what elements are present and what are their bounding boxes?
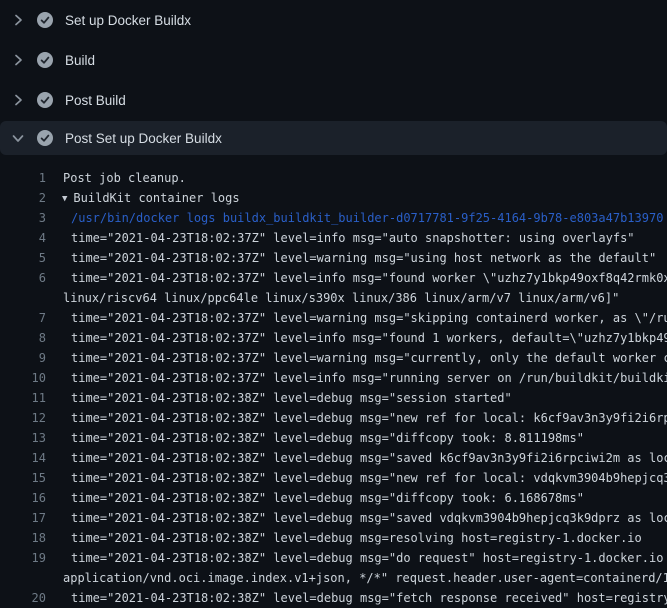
log-line-number[interactable]: 16 <box>0 488 46 508</box>
log-line-text: time="2021-04-23T18:02:37Z" level=info m… <box>71 268 667 288</box>
check-circle-icon <box>37 92 53 108</box>
log-line-number[interactable]: 8 <box>0 328 46 348</box>
step-row[interactable]: Set up Docker Buildx <box>0 0 667 40</box>
log-line-number[interactable]: 5 <box>0 248 46 268</box>
log-line: 1 Post job cleanup. <box>0 168 667 188</box>
log-line: 5 time="2021-04-23T18:02:37Z" level=warn… <box>0 248 667 268</box>
log-line-text: application/vnd.oci.image.index.v1+json,… <box>63 568 667 588</box>
log-line: 13 time="2021-04-23T18:02:38Z" level=deb… <box>0 428 667 448</box>
log-line-text: time="2021-04-23T18:02:37Z" level=warnin… <box>71 308 667 328</box>
step-row[interactable]: Post Set up Docker Buildx <box>0 121 667 155</box>
log-line-text: time="2021-04-23T18:02:38Z" level=debug … <box>71 448 667 468</box>
log-line: 19 time="2021-04-23T18:02:38Z" level=deb… <box>0 548 667 568</box>
log-line-number[interactable]: 12 <box>0 408 46 428</box>
log-line: 10 time="2021-04-23T18:02:37Z" level=inf… <box>0 368 667 388</box>
log-line-text: time="2021-04-23T18:02:38Z" level=debug … <box>71 528 642 548</box>
check-circle-icon <box>37 12 53 28</box>
log-line: 14 time="2021-04-23T18:02:38Z" level=deb… <box>0 448 667 468</box>
log-line-number[interactable]: 13 <box>0 428 46 448</box>
log-line-number[interactable]: 4 <box>0 228 46 248</box>
log-line-text: time="2021-04-23T18:02:38Z" level=debug … <box>71 428 584 448</box>
log-line-number[interactable]: 7 <box>0 308 46 328</box>
log-line: 12 time="2021-04-23T18:02:38Z" level=deb… <box>0 408 667 428</box>
step-row[interactable]: Post Build <box>0 80 667 120</box>
log-line: 6 time="2021-04-23T18:02:37Z" level=info… <box>0 268 667 288</box>
chevron-down-icon <box>10 130 26 146</box>
log-line: 11 time="2021-04-23T18:02:38Z" level=deb… <box>0 388 667 408</box>
step-label: Build <box>65 53 95 68</box>
log-line-text: BuildKit container logs <box>73 188 239 208</box>
steps-list: Set up Docker Buildx Build Post Buil <box>0 0 667 155</box>
chevron-right-icon <box>10 52 26 68</box>
log-line: 3 /usr/bin/docker logs buildx_buildkit_b… <box>0 208 667 228</box>
log-line: 8 time="2021-04-23T18:02:37Z" level=info… <box>0 328 667 348</box>
log-line-number[interactable]: 15 <box>0 468 46 488</box>
log-line-number[interactable]: 18 <box>0 528 46 548</box>
step-label: Post Build <box>65 93 126 108</box>
group-collapse-icon[interactable]: ▼ <box>62 189 67 209</box>
log-line-text: time="2021-04-23T18:02:37Z" level=warnin… <box>71 348 667 368</box>
log-line: 2 ▼ BuildKit container logs <box>0 188 667 208</box>
step-label: Post Set up Docker Buildx <box>65 131 222 146</box>
log-line-number[interactable]: 1 <box>0 168 46 188</box>
log-line-number[interactable]: 3 <box>0 208 46 228</box>
log-line-text: time="2021-04-23T18:02:38Z" level=debug … <box>71 488 584 508</box>
log-line-text: time="2021-04-23T18:02:38Z" level=debug … <box>71 588 667 608</box>
log-line: 7 time="2021-04-23T18:02:37Z" level=warn… <box>0 308 667 328</box>
log-line: application/vnd.oci.image.index.v1+json,… <box>0 568 667 588</box>
log-line-text: linux/riscv64 linux/ppc64le linux/s390x … <box>63 288 619 308</box>
log-line-number[interactable]: 19 <box>0 548 46 568</box>
log-line: 16 time="2021-04-23T18:02:38Z" level=deb… <box>0 488 667 508</box>
step-label: Set up Docker Buildx <box>65 13 191 28</box>
log-line-number[interactable]: 11 <box>0 388 46 408</box>
check-circle-icon <box>37 130 53 146</box>
log-line-text: time="2021-04-23T18:02:38Z" level=debug … <box>71 508 667 528</box>
log-line-text: time="2021-04-23T18:02:38Z" level=debug … <box>71 468 667 488</box>
log-line: 9 time="2021-04-23T18:02:37Z" level=warn… <box>0 348 667 368</box>
log-line: 17 time="2021-04-23T18:02:38Z" level=deb… <box>0 508 667 528</box>
log-line-number[interactable]: 20 <box>0 588 46 608</box>
log-line-number[interactable]: 14 <box>0 448 46 468</box>
chevron-right-icon <box>10 92 26 108</box>
chevron-right-icon <box>10 12 26 28</box>
log-container: 1 Post job cleanup. 2 ▼ BuildKit contain… <box>0 155 667 608</box>
log-line-text: time="2021-04-23T18:02:37Z" level=info m… <box>71 328 667 348</box>
log-line-text: time="2021-04-23T18:02:37Z" level=warnin… <box>71 248 656 268</box>
log-line-text: time="2021-04-23T18:02:37Z" level=info m… <box>71 368 667 388</box>
log-line: linux/riscv64 linux/ppc64le linux/s390x … <box>0 288 667 308</box>
log-line-text: Post job cleanup. <box>63 168 186 188</box>
log-line-text: /usr/bin/docker logs buildx_buildkit_bui… <box>71 208 663 228</box>
log-line-number[interactable]: 6 <box>0 268 46 288</box>
log-line: 20 time="2021-04-23T18:02:38Z" level=deb… <box>0 588 667 608</box>
log-line-text: time="2021-04-23T18:02:38Z" level=debug … <box>71 388 512 408</box>
log-line: 18 time="2021-04-23T18:02:38Z" level=deb… <box>0 528 667 548</box>
log-line-number[interactable]: 10 <box>0 368 46 388</box>
log-line-text: time="2021-04-23T18:02:37Z" level=info m… <box>71 228 635 248</box>
log-line: 4 time="2021-04-23T18:02:37Z" level=info… <box>0 228 667 248</box>
check-circle-icon <box>37 52 53 68</box>
log-line-text: time="2021-04-23T18:02:38Z" level=debug … <box>71 408 667 428</box>
log-line-number[interactable]: 9 <box>0 348 46 368</box>
log-line: 15 time="2021-04-23T18:02:38Z" level=deb… <box>0 468 667 488</box>
log-line-number[interactable]: 2 <box>0 188 46 208</box>
step-row[interactable]: Build <box>0 40 667 80</box>
log-line-number[interactable]: 17 <box>0 508 46 528</box>
log-line-text: time="2021-04-23T18:02:38Z" level=debug … <box>71 548 667 568</box>
